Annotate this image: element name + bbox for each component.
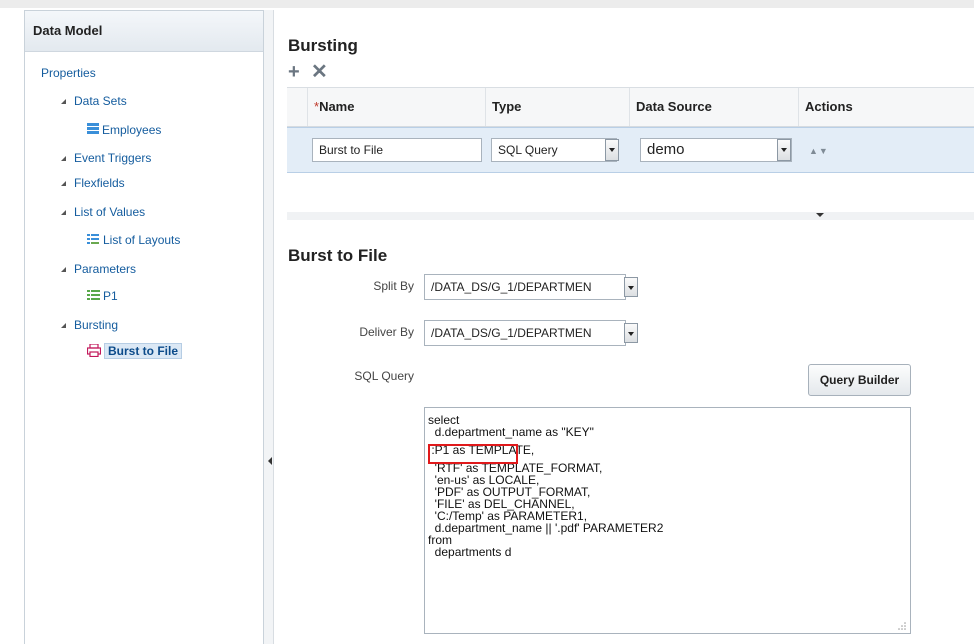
tree-item-event-triggers[interactable]: Event Triggers (61, 151, 151, 165)
top-strip (0, 0, 974, 8)
sql-line: departments d (428, 545, 512, 559)
expanded-triangle-icon[interactable] (61, 99, 66, 104)
list-of-values-icon (87, 233, 100, 249)
sql-query-editor[interactable]: select d.department_name as "KEY" :P1 as… (424, 407, 911, 634)
tree-item-label: Bursting (74, 318, 119, 332)
type-select[interactable]: SQL Query (491, 138, 617, 162)
tree-item-label: List of Layouts (103, 233, 181, 248)
panel-title: Data Model (25, 11, 263, 52)
tree-item-parameters[interactable]: Parameters (61, 262, 136, 276)
database-icon (87, 123, 99, 138)
data-model-panel: Data Model (24, 10, 264, 644)
deliver-by-label: Deliver By (359, 325, 414, 339)
printer-icon (86, 343, 102, 360)
split-by-select[interactable]: /DATA_DS/G_1/DEPARTMEN (424, 274, 626, 300)
tree-item-label: Burst to File (104, 343, 183, 360)
data-source-select[interactable]: demo (640, 138, 792, 162)
expanded-triangle-icon[interactable] (61, 181, 66, 186)
resize-grip-icon[interactable] (897, 620, 907, 630)
column-header-name[interactable]: *Name (307, 88, 493, 126)
chevron-down-icon[interactable] (605, 139, 619, 161)
highlight-box (428, 444, 518, 464)
chevron-down-icon[interactable] (777, 139, 791, 161)
deliver-by-select[interactable]: /DATA_DS/G_1/DEPARTMEN (424, 320, 626, 346)
tree-item-list-of-layouts[interactable]: List of Layouts (87, 233, 180, 249)
expanded-triangle-icon[interactable] (61, 210, 66, 215)
tree-item-label: Event Triggers (74, 151, 152, 165)
add-icon[interactable]: + (288, 62, 300, 82)
column-label: Name (319, 99, 355, 114)
tree-item-burst-to-file[interactable]: Burst to File (86, 343, 183, 360)
tree-item-p1[interactable]: P1 (87, 289, 118, 304)
bursting-table: *Name Type Data Source Actions Burst to … (287, 87, 974, 216)
tree-item-bursting[interactable]: Bursting (61, 318, 118, 332)
expanded-triangle-icon[interactable] (61, 323, 66, 328)
tree-item-data-sets[interactable]: Data Sets (61, 94, 127, 108)
section-divider (287, 212, 974, 220)
tree-item-label: P1 (103, 289, 118, 303)
tree-item-label: Parameters (74, 262, 137, 276)
column-header-type[interactable]: Type (485, 88, 631, 126)
column-header-actions[interactable]: Actions (798, 88, 974, 126)
tree-item-label: Properties (41, 66, 96, 80)
detail-title: Burst to File (288, 246, 388, 265)
tree-item-flexfields[interactable]: Flexfields (61, 176, 125, 190)
expanded-triangle-icon[interactable] (61, 267, 66, 272)
tree-item-employees[interactable]: Employees (87, 123, 161, 138)
reorder-arrows-icon[interactable]: ▲▼ (809, 146, 829, 156)
tree-item-label: Employees (102, 123, 162, 137)
panel-splitter[interactable] (264, 10, 274, 644)
tree-item-label: Flexfields (74, 176, 125, 190)
name-field[interactable]: Burst to File (312, 138, 482, 162)
expand-arrow-icon[interactable] (810, 212, 830, 220)
chevron-down-icon[interactable] (624, 277, 638, 297)
tree-item-list-of-values[interactable]: List of Values (61, 205, 145, 219)
column-header-data-source[interactable]: Data Source (629, 88, 799, 126)
sql-query-label: SQL Query (354, 369, 414, 383)
tree-item-properties[interactable]: Properties (41, 66, 96, 80)
chevron-down-icon[interactable] (624, 323, 638, 343)
expanded-triangle-icon[interactable] (61, 156, 66, 161)
tree-item-label: List of Values (74, 205, 146, 219)
collapse-arrow-icon[interactable] (268, 457, 272, 465)
sql-line: d.department_name || '.pdf' PARAMETER2 (428, 521, 664, 535)
tree-item-label: Data Sets (74, 94, 127, 108)
query-builder-button[interactable]: Query Builder (808, 364, 911, 396)
bursting-title: Bursting (288, 36, 358, 55)
sql-line: d.department_name as "KEY" (428, 425, 594, 439)
table-row[interactable]: Burst to File SQL Query demo ▲▼ (287, 127, 974, 173)
parameter-icon (87, 289, 100, 304)
table-header: *Name Type Data Source Actions (287, 88, 974, 127)
delete-icon[interactable]: ✕ (311, 62, 328, 82)
split-by-label: Split By (373, 279, 414, 293)
